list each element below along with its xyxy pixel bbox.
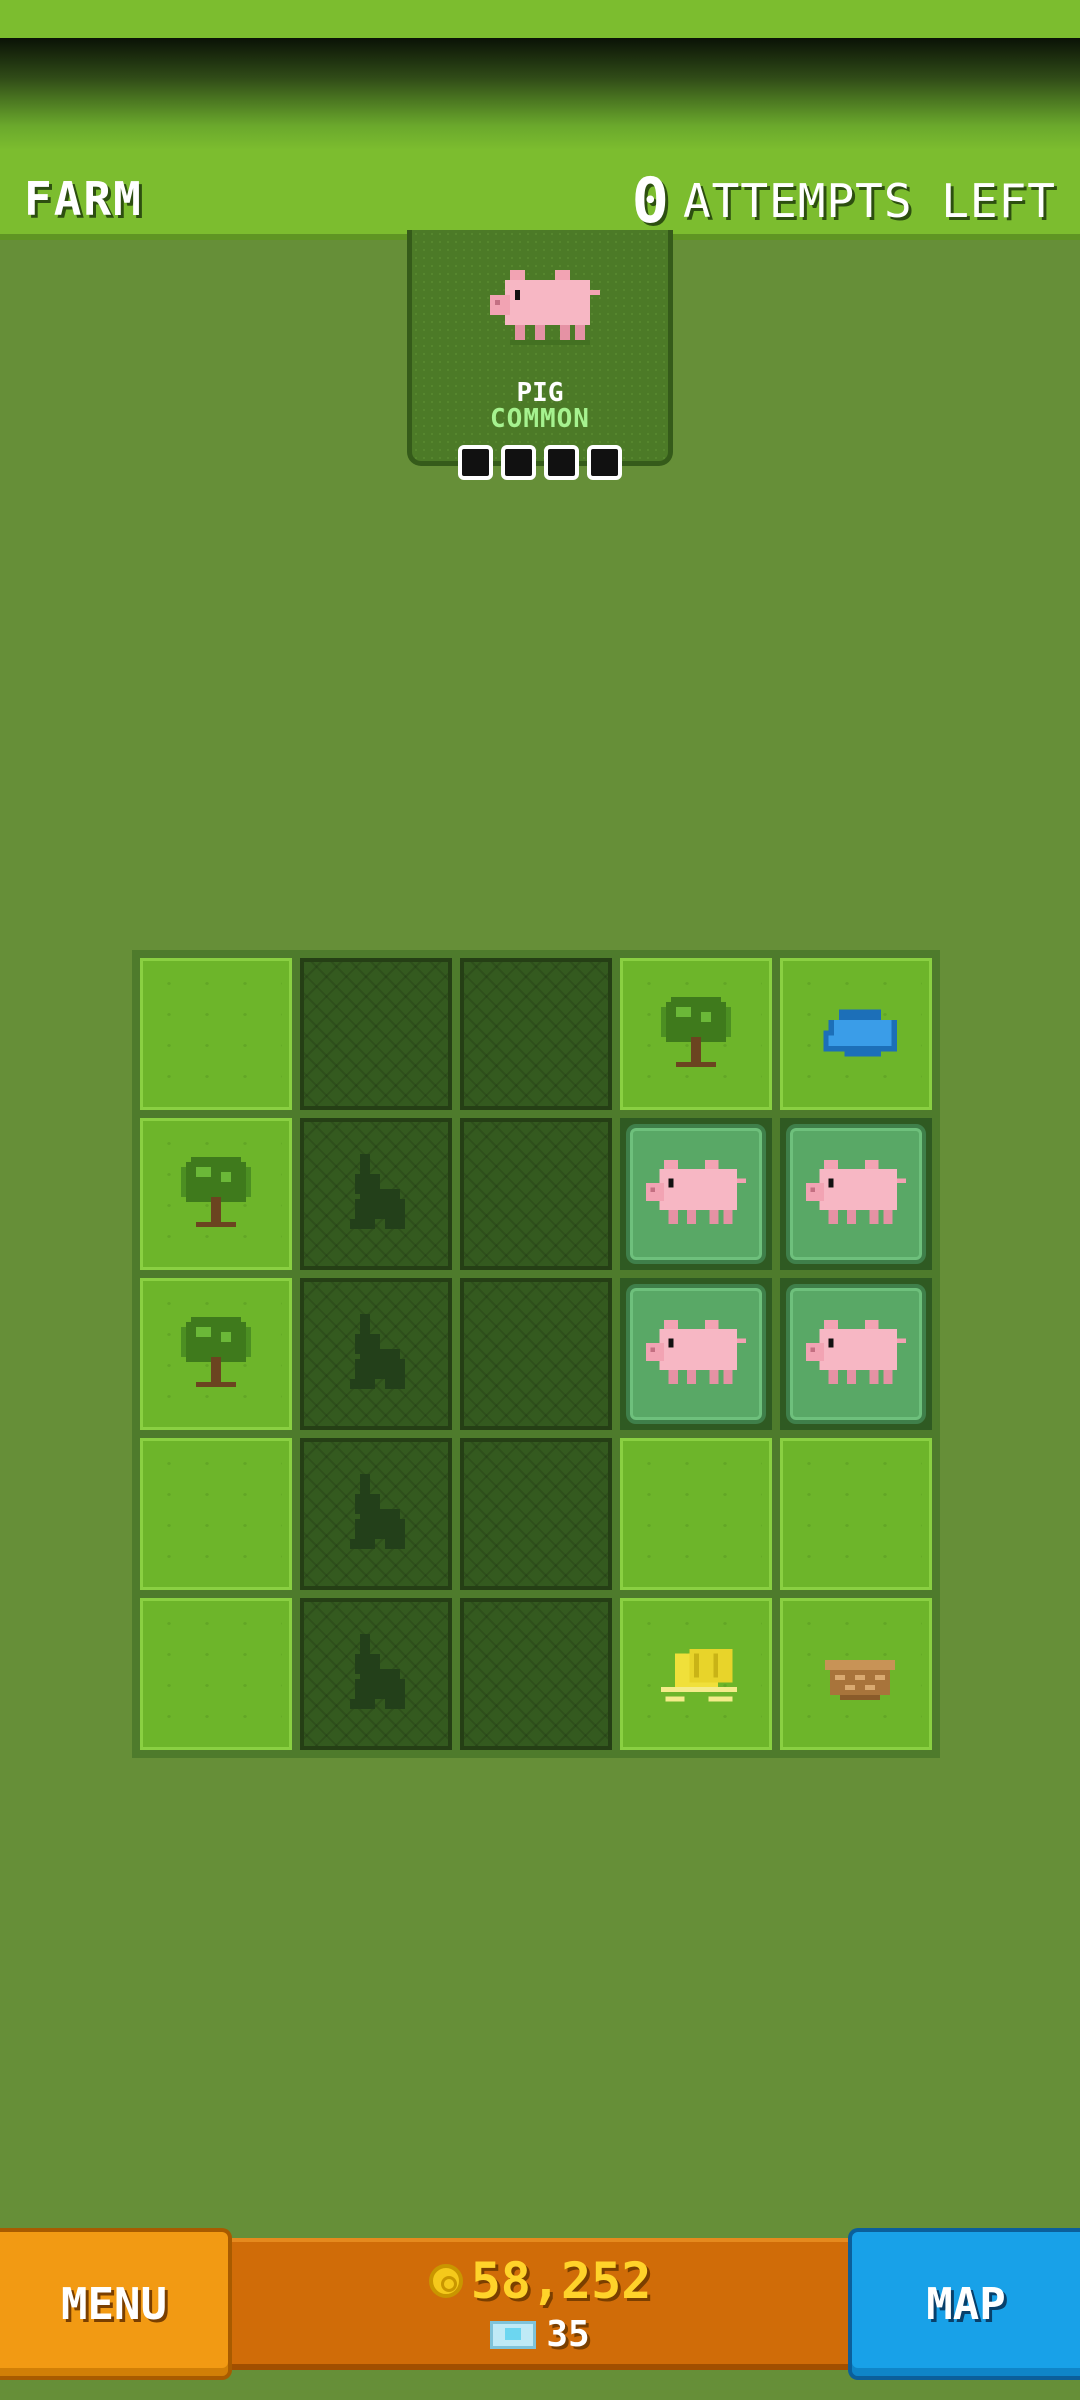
- board-tile-r2-c2[interactable]: [296, 1114, 456, 1274]
- progress-slot: [458, 445, 493, 480]
- pig-icon: [646, 1160, 746, 1224]
- board-tile-r3-c2[interactable]: [296, 1274, 456, 1434]
- progress-slot: [587, 445, 622, 480]
- board-tile-r1-c3[interactable]: [456, 954, 616, 1114]
- area-title: FARM: [24, 172, 143, 226]
- board-tile-r5-c3[interactable]: [456, 1594, 616, 1754]
- pig-icon: [806, 1320, 906, 1384]
- gem-ticket-icon: [490, 2320, 537, 2349]
- pig-icon: [806, 1160, 906, 1224]
- rabbit-silhouette-icon: [350, 1634, 405, 1709]
- board-tile-r3-c1[interactable]: [136, 1274, 296, 1434]
- basket-icon: [825, 1660, 895, 1700]
- coin-value: 58,252: [470, 2252, 652, 2310]
- tree-icon: [181, 1317, 251, 1387]
- gem-value: 35: [546, 2314, 590, 2355]
- board-tile-r4-c1[interactable]: [136, 1434, 296, 1594]
- rabbit-silhouette-icon: [350, 1154, 405, 1229]
- board-tile-r5-c1[interactable]: [136, 1594, 296, 1754]
- progress-slot: [501, 445, 536, 480]
- menu-button[interactable]: MENU: [0, 2228, 232, 2380]
- pond-icon: [823, 1009, 897, 1057]
- pig-icon: [490, 270, 600, 345]
- board-tile-r5-c2[interactable]: [296, 1594, 456, 1754]
- rabbit-silhouette-icon: [350, 1314, 405, 1389]
- rabbit-silhouette-icon: [350, 1474, 405, 1549]
- board-tile-r3-c4[interactable]: [616, 1274, 776, 1434]
- attempts-indicator: 0 ATTEMPTS LEFT: [632, 164, 1056, 237]
- bottom-bar: MENU 58,252 35 MAP: [0, 2228, 1080, 2380]
- board-tile-r1-c5[interactable]: [776, 954, 936, 1114]
- board-tile-r2-c5[interactable]: [776, 1114, 936, 1274]
- target-rarity: COMMON: [490, 404, 590, 434]
- tree-icon: [661, 997, 731, 1067]
- game-board: [132, 950, 940, 1758]
- target-animal-card: PIG COMMON: [407, 230, 673, 480]
- coin-icon: [428, 2264, 463, 2298]
- board-tile-r2-c3[interactable]: [456, 1114, 616, 1274]
- header-bar: FARM 0 ATTEMPTS LEFT: [0, 150, 1080, 240]
- coin-balance: 58,252: [232, 2252, 848, 2310]
- progress-slot: [544, 445, 579, 480]
- pig-icon: [646, 1320, 746, 1384]
- status-bar: [0, 0, 1080, 38]
- board-tile-r4-c4[interactable]: [616, 1434, 776, 1594]
- map-button[interactable]: MAP: [848, 2228, 1080, 2380]
- board-tile-r5-c4[interactable]: [616, 1594, 776, 1754]
- board-tile-r2-c4[interactable]: [616, 1114, 776, 1274]
- attempts-count: 0: [631, 164, 669, 237]
- board-tile-r4-c5[interactable]: [776, 1434, 936, 1594]
- gem-balance: 35: [232, 2314, 848, 2355]
- board-tile-r2-c1[interactable]: [136, 1114, 296, 1274]
- tree-icon: [181, 1157, 251, 1227]
- board-tile-r3-c3[interactable]: [456, 1274, 616, 1434]
- board-tile-r1-c1[interactable]: [136, 954, 296, 1114]
- board-tile-r3-c5[interactable]: [776, 1274, 936, 1434]
- currency-panel: 58,252 35: [232, 2238, 848, 2370]
- board-tile-r1-c2[interactable]: [296, 954, 456, 1114]
- board-tile-r5-c5[interactable]: [776, 1594, 936, 1754]
- hay-bale-icon: [660, 1648, 738, 1702]
- target-progress: [458, 445, 622, 480]
- board-tile-r1-c4[interactable]: [616, 954, 776, 1114]
- attempts-label: ATTEMPTS LEFT: [682, 173, 1056, 228]
- board-tile-r4-c2[interactable]: [296, 1434, 456, 1594]
- board-tile-r4-c3[interactable]: [456, 1434, 616, 1594]
